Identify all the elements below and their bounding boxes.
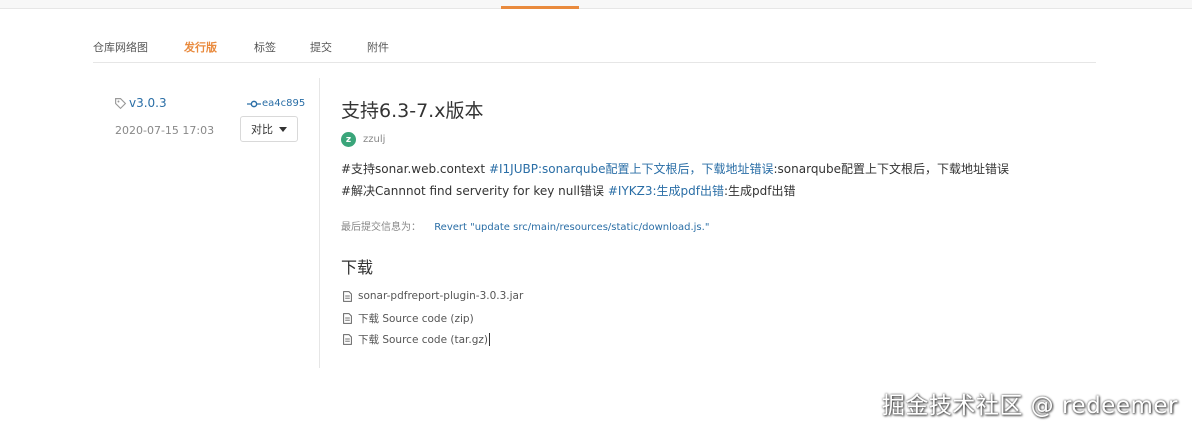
file-icon — [343, 290, 352, 302]
release-description-line-2: #解决Cannnot find serverity for key null错误… — [341, 182, 1101, 199]
issue-link[interactable]: #I1JUBP:sonarqube配置上下文根后，下载地址错误 — [489, 162, 774, 176]
last-commit-link[interactable]: Revert "update src/main/resources/static… — [434, 222, 709, 233]
file-icon — [343, 334, 352, 345]
compare-label: 对比 — [251, 123, 273, 136]
release-description-line-1: #支持sonar.web.context #I1JUBP:sonarqube配置… — [341, 160, 1101, 177]
tab-tags[interactable]: 标签 — [254, 39, 276, 55]
download-file-name[interactable]: sonar-pdfreport-plugin-3.0.3.jar — [358, 290, 523, 302]
tag-icon — [115, 97, 127, 109]
caret-down-icon — [279, 126, 287, 132]
commit-hash[interactable]: ea4c895 — [262, 98, 305, 109]
desc-text: :sonarqube配置上下文根后，下载地址错误 — [773, 162, 1010, 176]
desc-text: :生成pdf出错 — [724, 184, 796, 198]
download-zip-link[interactable]: 下载 Source code (zip) — [343, 311, 474, 326]
tab-releases[interactable]: 发行版 — [184, 39, 217, 55]
author-name[interactable]: zzulj — [363, 134, 385, 145]
tag-name[interactable]: v3.0.3 — [129, 96, 167, 110]
file-icon — [343, 313, 352, 324]
download-file-name[interactable]: 下载 Source code (tar.gz) — [358, 332, 488, 347]
desc-text: #解决Cannnot find serverity for key null错误 — [341, 184, 608, 198]
desc-text: #支持sonar.web.context — [341, 162, 489, 176]
tab-network[interactable]: 仓库网络图 — [93, 39, 148, 55]
tab-attachments[interactable]: 附件 — [367, 39, 389, 55]
tab-commits[interactable]: 提交 — [310, 39, 332, 55]
column-divider — [319, 78, 320, 368]
text-cursor — [489, 333, 491, 346]
compare-button[interactable]: 对比 — [240, 116, 298, 142]
download-file-name[interactable]: 下载 Source code (zip) — [358, 311, 474, 326]
release-tag[interactable]: v3.0.3 — [114, 96, 167, 110]
download-targz-link[interactable]: 下载 Source code (tar.gz) — [343, 332, 491, 347]
last-commit-info: 最后提交信息为： Revert "update src/main/resourc… — [341, 218, 709, 233]
top-nav-active-indicator — [501, 6, 579, 9]
commit-icon — [247, 100, 261, 107]
release-title: 支持6.3-7.x版本 — [341, 100, 484, 122]
release-author[interactable]: z zzulj — [341, 132, 385, 147]
downloads-heading: 下载 — [341, 258, 374, 277]
watermark: 掘金技术社区 @ redeemer — [881, 393, 1178, 419]
avatar[interactable]: z — [341, 132, 356, 147]
commit-link[interactable]: ea4c895 — [247, 98, 305, 109]
release-date: 2020-07-15 17:03 — [115, 124, 215, 137]
download-jar-link[interactable]: sonar-pdfreport-plugin-3.0.3.jar — [343, 290, 523, 302]
last-commit-label: 最后提交信息为： — [341, 222, 421, 233]
release-tabs: 仓库网络图 发行版 标签 提交 附件 — [93, 36, 1096, 63]
top-nav-bar — [0, 0, 1192, 9]
issue-link[interactable]: #IYKZ3:生成pdf出错 — [608, 184, 724, 198]
